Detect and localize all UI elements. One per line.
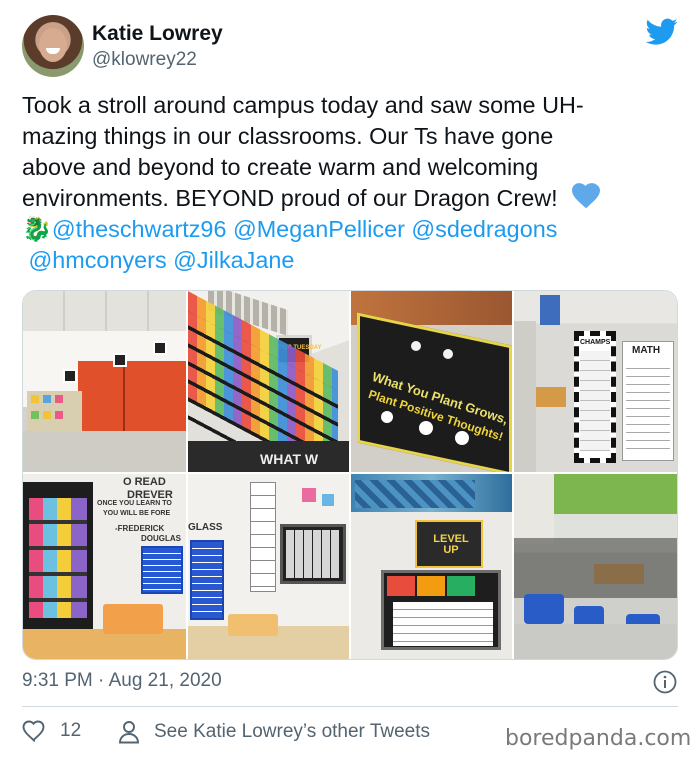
author-name[interactable]: Katie Lowrey — [92, 22, 223, 46]
mention-theschwartz96[interactable]: @theschwartz96 — [52, 216, 227, 242]
photo-quote-line-4: YOU WILL BE FORE — [103, 510, 171, 517]
photo-classroom-cabinets[interactable] — [23, 291, 186, 472]
watermark: boredpanda.com — [505, 726, 692, 751]
info-icon[interactable] — [653, 670, 677, 694]
photo-bulletin-board[interactable]: What You Plant Grows, Plant Positive Tho… — [351, 291, 512, 472]
heart-outline-icon — [22, 720, 45, 742]
photo-glass-text: GLASS — [188, 522, 223, 533]
mention-meganpellicer[interactable]: @MeganPellicer — [233, 216, 405, 242]
other-tweets-label: See Katie Lowrey’s other Tweets — [154, 721, 431, 742]
photo-quote-author: -FREDERICK — [115, 524, 165, 533]
blue-heart-icon — [571, 183, 600, 209]
photo-quote-author-2: DOUGLAS — [141, 534, 181, 543]
tweet-line-5: 🐉@theschwartz96 @MeganPellicer @sdedrago… — [22, 214, 682, 245]
mention-hmconyers[interactable]: @hmconyers — [29, 247, 167, 273]
like-button[interactable]: 12 — [22, 720, 81, 742]
person-icon — [119, 721, 139, 744]
tweet-line-2: mazing things in our classrooms. Our Ts … — [22, 123, 554, 149]
like-count: 12 — [60, 720, 82, 741]
photo-level-up-board[interactable]: LEVEL UP — [351, 474, 512, 659]
photo-classroom-tables[interactable] — [514, 474, 677, 659]
mention-sdedragons[interactable]: @sdedragons — [411, 216, 557, 242]
dragon-emoji: 🐉 — [22, 216, 52, 243]
tweet-timestamp[interactable]: 9:31 PM · Aug 21, 2020 — [22, 670, 222, 692]
tweet-line-3: above and beyond to create warm and welc… — [22, 154, 539, 180]
photo-bottom-text: WHAT W — [260, 451, 319, 467]
tweet-text: Took a stroll around campus today and sa… — [22, 90, 682, 276]
avatar[interactable] — [22, 15, 84, 77]
photo-quote-line-3: ONCE YOU LEARN TO — [97, 500, 172, 507]
photo-quote-line-1: O READ — [123, 476, 166, 488]
photo-level-up-text: LEVEL UP — [433, 533, 469, 556]
tweet-line-6: @hmconyers @JilkaJane — [22, 245, 682, 276]
photo-champs-poster[interactable]: CHAMPS MATH — [514, 291, 677, 472]
see-other-tweets-link[interactable]: See Katie Lowrey’s other Tweets — [118, 720, 430, 744]
author-handle[interactable]: @klowrey22 — [92, 49, 197, 71]
photo-grid[interactable]: FOR TUESDAY WHAT W What You Plant Grows,… — [22, 290, 678, 660]
tweet-line-1: Took a stroll around campus today and sa… — [22, 92, 584, 118]
photo-glass-board[interactable]: GLASS — [188, 474, 349, 659]
twitter-bird-icon[interactable] — [646, 18, 678, 46]
avatar-face — [39, 28, 67, 62]
tweet-line-4: environments. BEYOND proud of our Dragon… — [22, 183, 682, 214]
tweet-line-4-text: environments. BEYOND proud of our Dragon… — [22, 185, 558, 211]
photo-reading-corner[interactable]: O READ DREVER ONCE YOU LEARN TO YOU WILL… — [23, 474, 186, 659]
mention-jilkajane[interactable]: @JilkaJane — [173, 247, 294, 273]
photo-champs-text: CHAMPS — [580, 339, 611, 346]
divider — [22, 706, 678, 707]
photo-cubbies-bins[interactable]: FOR TUESDAY WHAT W — [188, 291, 349, 472]
photo-math-text: MATH — [632, 345, 661, 356]
